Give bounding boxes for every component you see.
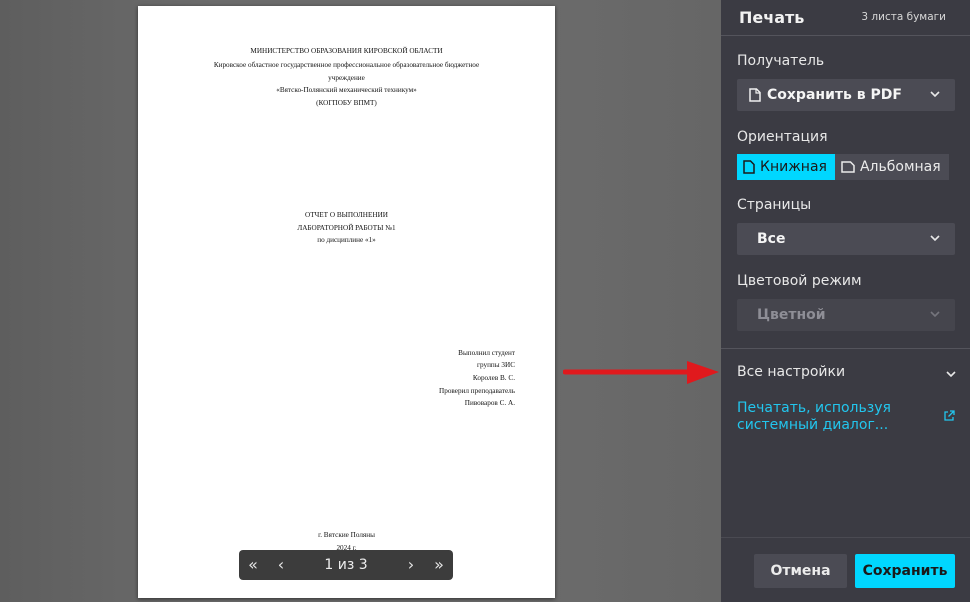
recipient-label: Получатель xyxy=(737,53,825,69)
doc-signature-line: группы 3ИС xyxy=(477,361,515,369)
color-mode-label: Цветовой режим xyxy=(737,273,862,289)
doc-footer-line: г. Вятские Поляны xyxy=(318,531,375,539)
page-navigator: « ‹ 1 из 3 › » xyxy=(239,550,453,580)
orientation-toggle: Книжная Альбомная xyxy=(737,154,949,180)
next-page-button[interactable]: › xyxy=(397,550,425,580)
document-icon xyxy=(749,88,761,102)
chevron-down-icon xyxy=(930,311,940,318)
color-mode-select[interactable]: Цветной xyxy=(737,299,955,331)
landscape-button[interactable]: Альбомная xyxy=(834,154,949,180)
doc-header-line: (КОГПОБУ ВПМТ) xyxy=(316,99,377,107)
doc-title-line: ЛАБОРАТОРНОЙ РАБОТЫ №1 xyxy=(297,224,396,232)
system-dialog-link[interactable]: Печатать, используя системный диалог... xyxy=(737,400,942,434)
portrait-label: Книжная xyxy=(760,159,827,175)
doc-header-line: учреждение xyxy=(328,74,365,82)
landscape-page-icon xyxy=(841,161,855,173)
save-button[interactable]: Сохранить xyxy=(855,554,955,588)
portrait-button[interactable]: Книжная xyxy=(737,154,835,180)
doc-title-line: ОТЧЕТ О ВЫПОЛНЕНИИ xyxy=(305,211,388,219)
pages-label: Страницы xyxy=(737,197,812,213)
document-page: МИНИСТЕРСТВО ОБРАЗОВАНИЯ КИРОВСКОЙ ОБЛАС… xyxy=(138,6,555,598)
print-settings-panel: Печать 3 листа бумаги Получатель Сохрани… xyxy=(721,0,970,602)
doc-signature-line: Пивоваров С. А. xyxy=(464,399,515,407)
pages-value: Все xyxy=(757,231,786,247)
print-preview-area: МИНИСТЕРСТВО ОБРАЗОВАНИЯ КИРОВСКОЙ ОБЛАС… xyxy=(0,0,721,602)
doc-signature-line: Выполнил студент xyxy=(458,349,515,357)
last-page-button[interactable]: » xyxy=(425,550,453,580)
chevron-down-icon xyxy=(930,91,940,98)
recipient-select[interactable]: Сохранить в PDF xyxy=(737,79,955,111)
prev-page-button[interactable]: ‹ xyxy=(267,550,295,580)
all-settings-toggle[interactable]: Все настройки xyxy=(737,364,957,384)
recipient-value: Сохранить в PDF xyxy=(767,87,902,103)
orientation-label: Ориентация xyxy=(737,129,828,145)
first-page-button[interactable]: « xyxy=(239,550,267,580)
page-indicator: 1 из 3 xyxy=(324,557,368,573)
cancel-button[interactable]: Отмена xyxy=(754,554,847,588)
red-arrow-icon xyxy=(563,361,719,384)
footer-divider xyxy=(721,537,970,538)
landscape-label: Альбомная xyxy=(859,159,941,175)
doc-signature-line: Королев В. С. xyxy=(472,374,515,382)
divider xyxy=(721,348,970,349)
panel-title: Печать xyxy=(739,8,805,27)
doc-title-line: по дисциплине «1» xyxy=(317,236,376,244)
doc-signature-line: Проверил преподаватель xyxy=(439,387,515,395)
panel-header: Печать 3 листа бумаги xyxy=(721,0,970,36)
chevron-down-icon xyxy=(930,235,940,242)
doc-header-line: «Вятско-Полянский механический техникум» xyxy=(276,86,417,94)
doc-header-line: Кировское областное государственное проф… xyxy=(213,61,480,69)
sheet-count: 3 листа бумаги xyxy=(861,11,946,23)
external-link-icon[interactable] xyxy=(943,410,955,422)
all-settings-label: Все настройки xyxy=(737,364,846,380)
doc-header-line: МИНИСТЕРСТВО ОБРАЗОВАНИЯ КИРОВСКОЙ ОБЛАС… xyxy=(250,47,443,55)
pages-select[interactable]: Все xyxy=(737,223,955,255)
portrait-page-icon xyxy=(743,160,755,174)
color-mode-value: Цветной xyxy=(757,307,826,323)
chevron-down-icon xyxy=(946,371,956,378)
